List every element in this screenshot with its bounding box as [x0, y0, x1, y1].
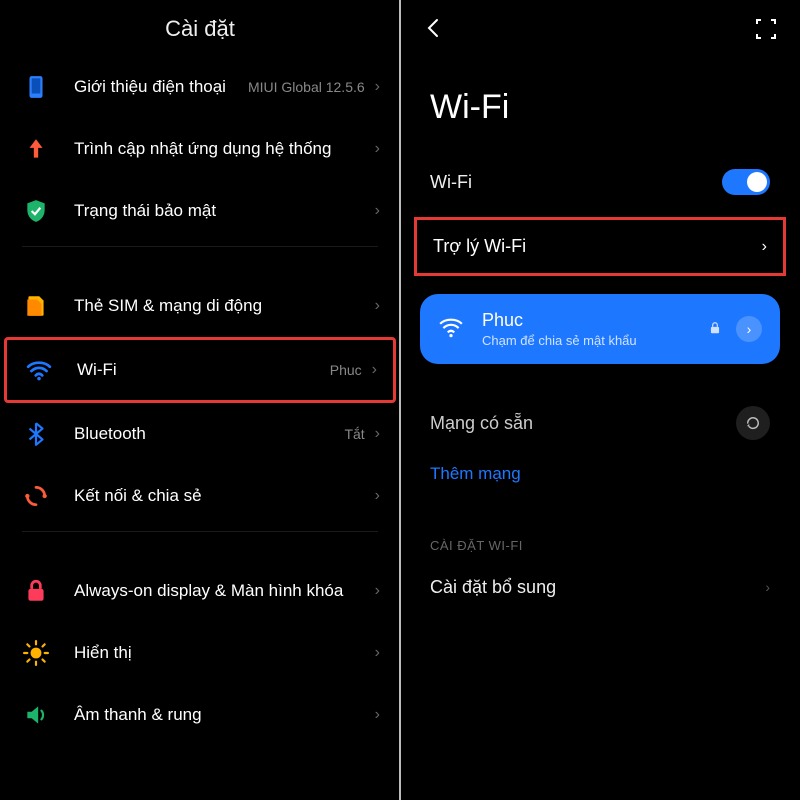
wifi-assistant-row[interactable]: Trợ lý Wi-Fi ›: [414, 217, 786, 276]
chevron-right-icon: ›: [762, 238, 767, 256]
settings-item-aod[interactable]: Always-on display & Màn hình khóa ›: [4, 560, 396, 622]
network-subtitle: Chạm để chia sẻ mật khẩu: [482, 333, 708, 348]
settings-item-updater[interactable]: Trình cập nhật ứng dụng hệ thống ›: [4, 118, 396, 180]
wifi-settings-header: CÀI ĐẶT WI-FI: [400, 502, 800, 559]
screen-divider: [399, 0, 401, 800]
settings-item-sound[interactable]: Âm thanh & rung ›: [4, 684, 396, 746]
settings-item-meta: MIUI Global 12.5.6: [248, 79, 365, 95]
settings-item-label: Trình cập nhật ứng dụng hệ thống: [74, 138, 375, 160]
phone-icon: [20, 71, 52, 103]
lock-icon: [20, 575, 52, 607]
divider: [22, 246, 378, 247]
page-title: Wi-Fi: [400, 52, 800, 153]
additional-settings-row[interactable]: Cài đặt bổ sung ›: [400, 559, 800, 615]
settings-list: Giới thiệu điện thoại MIUI Global 12.5.6…: [0, 56, 400, 746]
chevron-right-icon: ›: [375, 582, 380, 600]
settings-item-label: Kết nối & chia sẻ: [74, 485, 375, 507]
settings-item-wifi[interactable]: Wi-Fi Phuc ›: [4, 337, 396, 403]
update-icon: [20, 133, 52, 165]
bluetooth-icon: [20, 418, 52, 450]
back-button[interactable]: [422, 16, 452, 46]
refresh-button[interactable]: [736, 406, 770, 440]
settings-item-label: Giới thiệu điện thoại: [74, 76, 248, 98]
sound-icon: [20, 699, 52, 731]
wifi-toggle[interactable]: [722, 169, 770, 195]
network-details-button[interactable]: ›: [736, 316, 762, 342]
shield-icon: [20, 195, 52, 227]
chevron-right-icon: ›: [375, 487, 380, 505]
network-name: Phuc: [482, 310, 708, 331]
settings-item-label: Wi-Fi: [77, 359, 330, 381]
add-network-button[interactable]: Thêm mạng: [400, 446, 800, 502]
chevron-right-icon: ›: [375, 297, 380, 315]
settings-item-label: Thẻ SIM & mạng di động: [74, 295, 375, 317]
chevron-right-icon: ›: [765, 579, 770, 595]
brightness-icon: [20, 637, 52, 669]
chevron-right-icon: ›: [375, 425, 380, 443]
settings-item-label: Âm thanh & rung: [74, 704, 375, 726]
settings-item-bluetooth[interactable]: Bluetooth Tắt ›: [4, 403, 396, 465]
wifi-icon: [23, 354, 55, 386]
settings-item-label: Hiển thị: [74, 642, 375, 664]
settings-item-sim[interactable]: Thẻ SIM & mạng di động ›: [4, 275, 396, 337]
wifi-assistant-label: Trợ lý Wi-Fi: [433, 236, 762, 257]
available-networks-label: Mạng có sẵn: [430, 413, 736, 434]
top-bar: [400, 0, 800, 52]
chevron-right-icon: ›: [375, 140, 380, 158]
wifi-toggle-row[interactable]: Wi-Fi: [400, 153, 800, 211]
scan-qr-button[interactable]: [754, 17, 778, 46]
settings-item-display[interactable]: Hiển thị ›: [4, 622, 396, 684]
sim-icon: [20, 290, 52, 322]
connected-network-card[interactable]: Phuc Chạm để chia sẻ mật khẩu ›: [420, 294, 780, 364]
settings-item-connect[interactable]: Kết nối & chia sẻ ›: [4, 465, 396, 527]
settings-item-label: Bluetooth: [74, 423, 344, 445]
settings-item-about[interactable]: Giới thiệu điện thoại MIUI Global 12.5.6…: [4, 56, 396, 118]
chevron-right-icon: ›: [375, 706, 380, 724]
settings-item-label: Trạng thái bảo mật: [74, 200, 375, 222]
network-text: Phuc Chạm để chia sẻ mật khẩu: [482, 310, 708, 348]
wifi-icon: [438, 314, 464, 345]
chevron-right-icon: ›: [375, 78, 380, 96]
settings-item-meta: Phuc: [330, 362, 362, 378]
wifi-toggle-label: Wi-Fi: [430, 172, 722, 193]
chevron-right-icon: ›: [375, 644, 380, 662]
wifi-screen: Wi-Fi Wi-Fi Trợ lý Wi-Fi › Phuc Chạm để …: [400, 0, 800, 800]
settings-item-label: Always-on display & Màn hình khóa: [74, 580, 375, 602]
chevron-right-icon: ›: [375, 202, 380, 220]
available-networks-header: Mạng có sẵn: [400, 376, 800, 446]
settings-screen: Cài đặt Giới thiệu điện thoại MIUI Globa…: [0, 0, 400, 800]
lock-icon: [708, 321, 722, 338]
chevron-right-icon: ›: [372, 361, 377, 379]
settings-item-meta: Tắt: [344, 426, 364, 442]
settings-item-security[interactable]: Trạng thái bảo mật ›: [4, 180, 396, 242]
share-icon: [20, 480, 52, 512]
additional-settings-label: Cài đặt bổ sung: [430, 577, 765, 598]
divider: [22, 531, 378, 532]
page-title: Cài đặt: [0, 0, 400, 56]
